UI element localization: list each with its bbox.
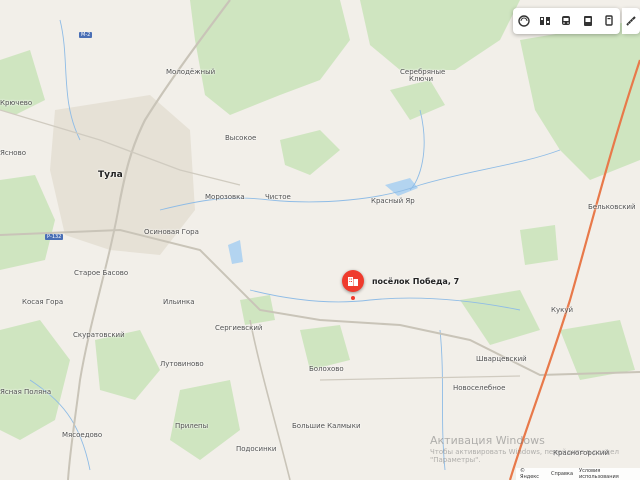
- marker-label: посёлок Победа, 7: [372, 277, 460, 286]
- help-link[interactable]: Справка: [551, 471, 573, 477]
- label-kukuy: Кукуй: [551, 306, 574, 314]
- label-bolshie-kalmyki: Большие Калмыки: [292, 422, 361, 430]
- road-shield-m2: М-2: [79, 32, 93, 38]
- label-sergievsky: Сергиевский: [215, 324, 263, 332]
- map-toolbar: [513, 8, 620, 34]
- label-lutovinovo: Лутовиново: [160, 360, 204, 368]
- location-marker[interactable]: [342, 270, 364, 292]
- label-krasny-yar: Красный Яр: [371, 197, 415, 205]
- label-skuratovsky: Скуратовский: [73, 331, 125, 339]
- label-shvarovsky: Шварцевский: [476, 355, 527, 363]
- label-belkovsky: Бельковский: [588, 203, 636, 211]
- label-staroe-basovo: Старое Басово: [74, 269, 129, 277]
- label-kryuchevo: Крючево: [0, 99, 33, 107]
- label-chistoe: Чистое: [265, 193, 291, 201]
- terms-link[interactable]: Условия использования: [579, 468, 640, 480]
- label-mosedovo: Мясоедово: [62, 431, 103, 439]
- ruler-icon[interactable]: [622, 8, 640, 34]
- label-morozovka: Морозовка: [205, 193, 245, 201]
- yandex-copyright[interactable]: © Яндекс: [520, 468, 545, 480]
- traffic-icon[interactable]: [537, 13, 553, 29]
- label-ilyinka: Ильинка: [163, 298, 195, 306]
- map-footer: © Яндекс Справка Условия использования: [516, 468, 640, 480]
- transit-icon[interactable]: [558, 13, 574, 29]
- label-prileptsy: Прилепы: [175, 422, 209, 430]
- label-molodezhny: Молодёжный: [166, 68, 216, 76]
- label-bolokhovo: Болохово: [309, 365, 344, 373]
- marker-point: [351, 296, 355, 300]
- label-podosinki: Подосинки: [236, 445, 277, 453]
- windows-activation-text: Чтобы активировать Windows, перейдите в …: [430, 448, 619, 464]
- bus-icon[interactable]: [580, 13, 596, 29]
- label-kosaya-gora: Косая Гора: [22, 298, 64, 306]
- water-bodies: [228, 178, 418, 264]
- label-novoselebnoe: Новоселебное: [453, 384, 506, 392]
- label-osinovaya-gora: Осиновая Гора: [144, 228, 199, 236]
- building-icon: [348, 277, 358, 286]
- label-seryebryanye-klyuchi: Серебряные Ключи: [400, 68, 446, 83]
- label-vysokoe: Высокое: [225, 134, 257, 142]
- map-canvas[interactable]: [0, 0, 640, 480]
- label-yasnaya-polyana: Ясная Поляна: [0, 388, 52, 396]
- windows-activation-title: Активация Windows: [430, 434, 545, 447]
- panorama-icon[interactable]: [601, 13, 617, 29]
- label-tula: Тула: [98, 170, 123, 180]
- layers-icon[interactable]: [516, 13, 532, 29]
- label-yanovo: Ясново: [0, 149, 26, 157]
- road-shield-p132: Р-132: [45, 234, 64, 240]
